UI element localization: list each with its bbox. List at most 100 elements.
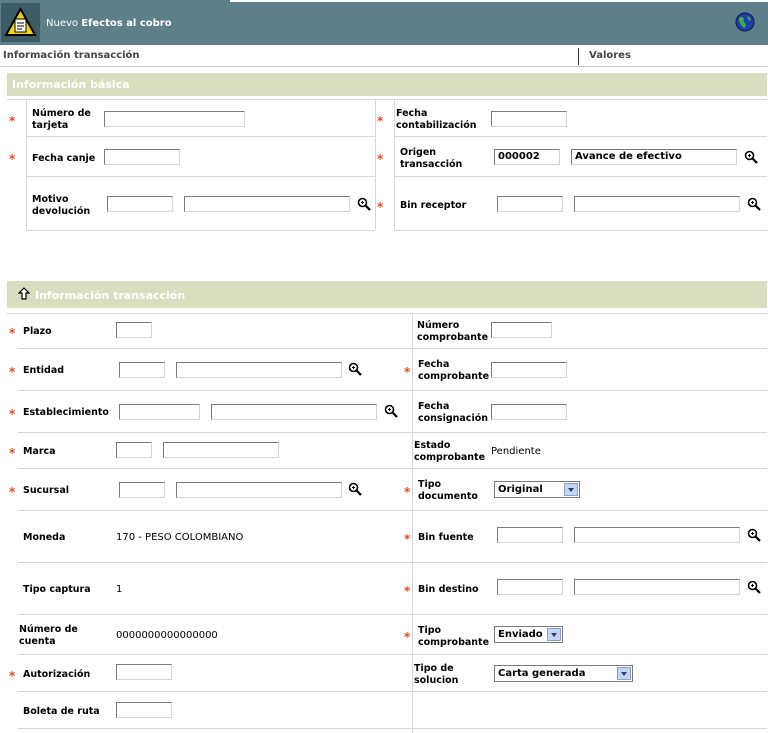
divider	[18, 390, 767, 391]
fecha-canje-input[interactable]	[104, 149, 180, 165]
tipo-documento-selected: Original	[498, 484, 543, 495]
sucursal-label: Sucursal	[23, 485, 70, 496]
bin-receptor-code-input[interactable]	[497, 196, 563, 212]
bin-fuente-name-input[interactable]	[574, 527, 740, 543]
fecha-contabilizacion-input[interactable]	[491, 111, 567, 127]
magnifier-icon[interactable]	[348, 362, 362, 376]
boleta-ruta-input[interactable]	[116, 702, 172, 718]
magnifier-icon[interactable]	[747, 197, 761, 211]
divider	[7, 99, 767, 100]
entidad-name-input[interactable]	[176, 362, 342, 378]
tipo-documento-label: Tipo documento	[418, 479, 478, 502]
bin-fuente-code-input[interactable]	[497, 527, 563, 543]
fecha-canje-label: Fecha canje	[32, 153, 96, 164]
sucursal-code-input[interactable]	[119, 482, 165, 498]
required-marker: *	[9, 407, 16, 421]
required-marker: *	[404, 532, 411, 546]
required-marker: *	[9, 485, 16, 499]
divider	[394, 136, 767, 137]
divider	[18, 468, 767, 469]
motivo-devolucion-code-input[interactable]	[107, 196, 173, 212]
tipo-captura-label: Tipo captura	[23, 584, 91, 595]
fecha-contabilizacion-label: Fecha contabilización	[396, 108, 477, 131]
numero-tarjeta-input[interactable]	[104, 111, 245, 127]
section-transaction-info-title: Información transacción	[35, 289, 186, 302]
marca-name-input[interactable]	[163, 442, 279, 458]
boleta-ruta-label: Boleta de ruta	[23, 706, 100, 717]
required-marker: *	[377, 152, 384, 166]
divider	[26, 100, 27, 230]
tipo-solucion-select[interactable]: Carta generada	[494, 665, 633, 682]
estado-comprobante-value: Pendiente	[491, 446, 541, 457]
divider	[7, 313, 767, 314]
motivo-devolucion-label: Motivo devolución	[32, 194, 91, 217]
establecimiento-label: Establecimiento	[23, 407, 109, 418]
divider	[18, 562, 767, 563]
chevron-down-icon[interactable]	[547, 628, 561, 641]
origen-transaccion-code-input[interactable]: 000002	[494, 149, 560, 165]
header-top-strip	[230, 0, 768, 2]
marca-label: Marca	[23, 446, 56, 457]
divider	[18, 728, 767, 729]
divider	[394, 230, 767, 231]
fecha-consignacion-input[interactable]	[491, 404, 567, 420]
numero-comprobante-input[interactable]	[491, 322, 552, 338]
divider	[18, 654, 767, 655]
column-divider	[578, 48, 579, 65]
divider	[18, 348, 767, 349]
sucursal-name-input[interactable]	[176, 482, 342, 498]
bin-destino-name-input[interactable]	[574, 579, 740, 595]
divider	[18, 432, 767, 433]
required-marker: *	[377, 200, 384, 214]
required-marker: *	[404, 584, 411, 598]
chevron-down-icon[interactable]	[564, 483, 578, 496]
establecimiento-code-input[interactable]	[119, 404, 200, 420]
divider	[18, 614, 767, 615]
divider	[26, 176, 375, 177]
magnifier-icon[interactable]	[357, 197, 371, 211]
magnifier-icon[interactable]	[747, 528, 761, 542]
divider	[18, 691, 767, 692]
entidad-label: Entidad	[23, 365, 65, 376]
magnifier-icon[interactable]	[348, 482, 362, 496]
fecha-comprobante-label: Fecha comprobante	[418, 359, 490, 382]
section-basic-info: Información básica	[7, 73, 767, 96]
tipo-captura-value: 1	[116, 584, 123, 595]
establecimiento-name-input[interactable]	[211, 404, 377, 420]
tipo-solucion-label: Tipo de solucion	[414, 663, 459, 686]
required-marker: *	[404, 365, 411, 379]
up-arrow-icon[interactable]	[18, 287, 30, 300]
numero-comprobante-label: Número comprobante	[417, 320, 489, 343]
bin-destino-code-input[interactable]	[497, 579, 563, 595]
origen-transaccion-label: Origen transacción	[400, 147, 463, 170]
entidad-code-input[interactable]	[119, 362, 165, 378]
autorizacion-input[interactable]	[116, 664, 172, 680]
bin-receptor-name-input[interactable]	[574, 196, 740, 212]
fecha-comprobante-input[interactable]	[491, 362, 567, 378]
page-title-prefix: Nuevo	[46, 18, 79, 29]
chevron-down-icon[interactable]	[617, 667, 631, 680]
required-marker: *	[9, 326, 16, 340]
origen-transaccion-name-input[interactable]: Avance de efectivo	[571, 149, 737, 165]
magnifier-icon[interactable]	[384, 404, 398, 418]
numero-cuenta-value: 0000000000000000	[116, 630, 218, 641]
bin-fuente-label: Bin fuente	[418, 532, 474, 543]
tipo-documento-select[interactable]: Original	[494, 481, 580, 498]
tipo-comprobante-selected: Enviado	[498, 629, 543, 640]
globe-icon[interactable]	[735, 12, 755, 32]
magnifier-icon[interactable]	[744, 150, 758, 164]
marca-code-input[interactable]	[116, 442, 152, 458]
required-marker: *	[9, 669, 16, 683]
numero-cuenta-label: Número de cuenta	[19, 624, 78, 647]
plazo-input[interactable]	[116, 322, 152, 338]
estado-comprobante-label: Estado comprobante	[414, 440, 486, 463]
numero-tarjeta-label: Número de tarjeta	[32, 108, 91, 131]
divider	[26, 230, 375, 231]
section-transaction-info: Información transacción	[7, 281, 767, 308]
tipo-comprobante-select[interactable]: Enviado	[494, 626, 563, 643]
magnifier-icon[interactable]	[747, 580, 761, 594]
required-marker: *	[404, 485, 411, 499]
column-header-info: Información transacción	[3, 50, 140, 61]
plazo-label: Plazo	[23, 326, 52, 337]
motivo-devolucion-name-input[interactable]	[184, 196, 350, 212]
